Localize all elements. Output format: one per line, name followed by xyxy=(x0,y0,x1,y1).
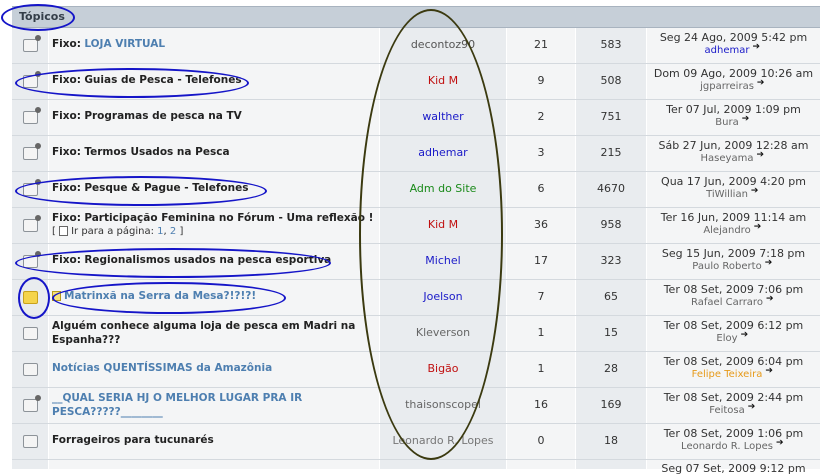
last-post-date: Seg 24 Ago, 2009 5:42 pm xyxy=(659,31,808,44)
last-post-date: Ter 08 Set, 2009 2:44 pm xyxy=(663,391,804,404)
topic-title[interactable]: Forrageiros para tucunarés xyxy=(52,434,214,447)
replies-count: 1 xyxy=(537,326,545,339)
views-count: 65 xyxy=(604,290,618,303)
last-post-date: Qua 17 Jun, 2009 4:20 pm xyxy=(661,175,806,188)
forum-topic-list: Tópicos Fixo: LOJA VIRTUAL decontoz90 21… xyxy=(0,0,838,475)
last-post-date: Ter 08 Set, 2009 7:06 pm xyxy=(663,283,804,296)
topic-title[interactable]: Fixo: Termos Usados na Pesca xyxy=(52,146,230,159)
go-to-last-post-icon[interactable] xyxy=(751,186,761,198)
page-icon xyxy=(59,226,69,236)
go-to-last-post-icon[interactable] xyxy=(754,222,764,234)
views-count: 958 xyxy=(600,218,622,231)
last-post-user[interactable]: adhemar xyxy=(647,42,820,56)
go-to-last-post-icon[interactable] xyxy=(748,402,758,414)
last-post-user[interactable]: Rafael Carraro xyxy=(647,294,820,308)
topic-row[interactable]: Seg 07 Set, 2009 9:12 pm xyxy=(12,460,820,475)
annotation-oval-row4 xyxy=(15,176,267,206)
replies-count: 9 xyxy=(537,74,545,87)
last-post-user[interactable]: Alejandro xyxy=(647,222,820,236)
go-to-last-post-icon[interactable] xyxy=(776,438,786,450)
sticky-topic-icon xyxy=(23,35,41,52)
last-post-date: Ter 08 Set, 2009 6:12 pm xyxy=(663,319,804,332)
views-count: 15 xyxy=(604,326,618,339)
last-post-date: Sáb 27 Jun, 2009 12:28 am xyxy=(658,139,809,152)
replies-count: 17 xyxy=(534,254,548,267)
views-count: 18 xyxy=(604,434,618,447)
sticky-topic-icon xyxy=(23,143,41,160)
last-post-date: Ter 08 Set, 2009 6:04 pm xyxy=(663,355,804,368)
last-post-date: Dom 09 Ago, 2009 10:26 am xyxy=(653,67,814,80)
last-post-date: Ter 16 Jun, 2009 11:14 am xyxy=(660,211,807,224)
topic-title[interactable]: __QUAL SERIA HJ O MELHOR LUGAR PRA IR xyxy=(52,392,302,405)
views-count: 751 xyxy=(600,110,622,123)
last-post-date: Seg 15 Jun, 2009 7:18 pm xyxy=(661,247,806,260)
last-post-user[interactable]: jgparreiras xyxy=(647,78,820,92)
replies-count: 2 xyxy=(537,110,545,123)
replies-count: 0 xyxy=(537,434,545,447)
page-link-1[interactable]: 1 xyxy=(157,226,163,237)
go-to-last-post-icon[interactable] xyxy=(765,366,775,378)
go-to-last-post-icon[interactable] xyxy=(766,294,776,306)
topic-title[interactable]: Fixo: Programas de pesca na TV xyxy=(52,110,242,123)
last-post-user[interactable]: Bura xyxy=(647,114,820,128)
replies-count: 3 xyxy=(537,146,545,159)
go-to-last-post-icon[interactable] xyxy=(757,78,767,90)
replies-count: 7 xyxy=(537,290,545,303)
topic-title-line2[interactable]: Espanha??? xyxy=(52,334,120,347)
topic-icon xyxy=(23,395,41,412)
topic-pagination: [ Ir para a página: 1, 2 ] xyxy=(52,226,184,237)
last-post-user[interactable]: Feitosa xyxy=(647,402,820,416)
sticky-topic-icon xyxy=(23,215,41,232)
views-count: 28 xyxy=(604,362,618,375)
last-post-user[interactable]: Leonardo R. Lopes xyxy=(647,438,820,452)
last-post-user[interactable]: TiWillian xyxy=(647,186,820,200)
topic-title[interactable]: Alguém conhece alguma loja de pesca em M… xyxy=(52,320,355,333)
go-to-last-post-icon[interactable] xyxy=(752,42,762,54)
topic-title[interactable]: Notícias QUENTÍSSIMAS da Amazônia xyxy=(52,362,272,375)
replies-count: 21 xyxy=(534,38,548,51)
views-count: 583 xyxy=(600,38,622,51)
last-post-user[interactable]: Haseyama xyxy=(647,150,820,164)
views-count: 323 xyxy=(600,254,622,267)
topic-title[interactable]: Fixo: LOJA VIRTUAL xyxy=(52,38,165,51)
go-to-last-post-icon[interactable] xyxy=(765,258,775,270)
go-to-last-post-icon[interactable] xyxy=(742,114,752,126)
replies-count: 1 xyxy=(537,362,545,375)
views-count: 4670 xyxy=(597,182,625,195)
topic-title-line2[interactable]: PESCA?????________ xyxy=(52,406,163,419)
last-post-date: Ter 08 Set, 2009 1:06 pm xyxy=(663,427,804,440)
go-to-last-post-icon[interactable] xyxy=(756,150,766,162)
replies-count: 16 xyxy=(534,398,548,411)
last-post-user[interactable]: Paulo Roberto xyxy=(647,258,820,272)
views-count: 215 xyxy=(600,146,622,159)
topic-title[interactable]: Fixo: Participação Feminina no Fórum - U… xyxy=(52,212,373,225)
topic-icon xyxy=(23,435,38,448)
annotation-oval-row7 xyxy=(52,282,286,314)
annotation-oval-row1 xyxy=(15,68,249,98)
last-post-date: Ter 07 Jul, 2009 1:09 pm xyxy=(666,103,801,116)
annotation-oval-header xyxy=(1,4,75,31)
replies-count: 6 xyxy=(537,182,545,195)
annotation-oval-authors xyxy=(359,9,503,460)
views-count: 508 xyxy=(600,74,622,87)
topic-icon xyxy=(23,363,38,376)
last-post-user[interactable]: Felipe Teixeira xyxy=(647,366,820,380)
annotation-oval-icon xyxy=(18,277,50,319)
sticky-topic-icon xyxy=(23,107,41,124)
annotation-oval-row6 xyxy=(15,248,331,278)
views-count: 169 xyxy=(600,398,622,411)
go-to-last-post-icon[interactable] xyxy=(741,330,751,342)
last-post-user[interactable]: Eloy xyxy=(647,330,820,344)
replies-count: 36 xyxy=(534,218,548,231)
topic-icon xyxy=(23,327,38,340)
